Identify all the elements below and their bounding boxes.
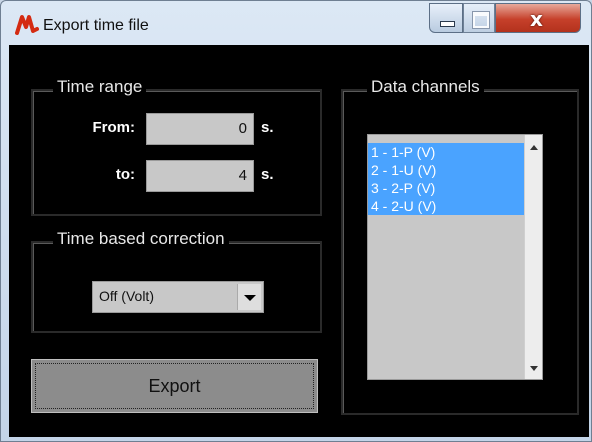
export-window: Export time file x Time range From: 0 s.… <box>0 0 592 442</box>
minimize-button[interactable] <box>429 3 463 33</box>
list-item[interactable]: 3 - 2-P (V) <box>368 179 524 197</box>
close-icon: x <box>530 7 543 31</box>
data-channels-group: Data channels 1 - 1-P (V) 2 - 1-U (V) 3 … <box>341 77 579 415</box>
list-item[interactable]: 4 - 2-U (V) <box>368 197 524 215</box>
correction-selected-value: Off (Volt) <box>99 288 154 304</box>
to-label: to: <box>115 166 135 183</box>
maximize-button[interactable] <box>463 3 495 33</box>
time-correction-legend: Time based correction <box>53 229 229 249</box>
to-input[interactable]: 4 <box>146 160 254 192</box>
app-logo-icon <box>15 15 39 35</box>
time-correction-group: Time based correction Off (Volt) <box>31 229 322 333</box>
maximize-icon <box>473 12 489 28</box>
export-button[interactable]: Export <box>31 359 318 413</box>
dropdown-button[interactable] <box>237 284 261 310</box>
listbox-scrollbar[interactable] <box>524 135 542 379</box>
time-range-group: Time range From: 0 s. to: 4 s. <box>31 77 322 216</box>
correction-dropdown[interactable]: Off (Volt) <box>92 281 264 313</box>
scroll-up-icon[interactable] <box>530 145 538 150</box>
window-title: Export time file <box>43 17 149 34</box>
to-unit-label: s. <box>261 166 274 183</box>
dialog-client-area: Time range From: 0 s. to: 4 s. Time base… <box>9 45 589 437</box>
chevron-down-icon <box>244 295 256 301</box>
from-input[interactable]: 0 <box>146 113 254 145</box>
data-channels-legend: Data channels <box>367 77 484 97</box>
list-item[interactable]: 2 - 1-U (V) <box>368 161 524 179</box>
list-item[interactable]: 1 - 1-P (V) <box>368 143 524 161</box>
minimize-icon <box>440 21 455 27</box>
channels-listbox[interactable]: 1 - 1-P (V) 2 - 1-U (V) 3 - 2-P (V) 4 - … <box>367 134 543 380</box>
scroll-down-icon[interactable] <box>530 366 538 371</box>
from-unit-label: s. <box>261 119 274 136</box>
time-range-legend: Time range <box>53 77 147 97</box>
close-button[interactable]: x <box>495 3 581 33</box>
from-label: From: <box>92 119 136 136</box>
title-bar[interactable]: Export time file x <box>1 1 591 45</box>
